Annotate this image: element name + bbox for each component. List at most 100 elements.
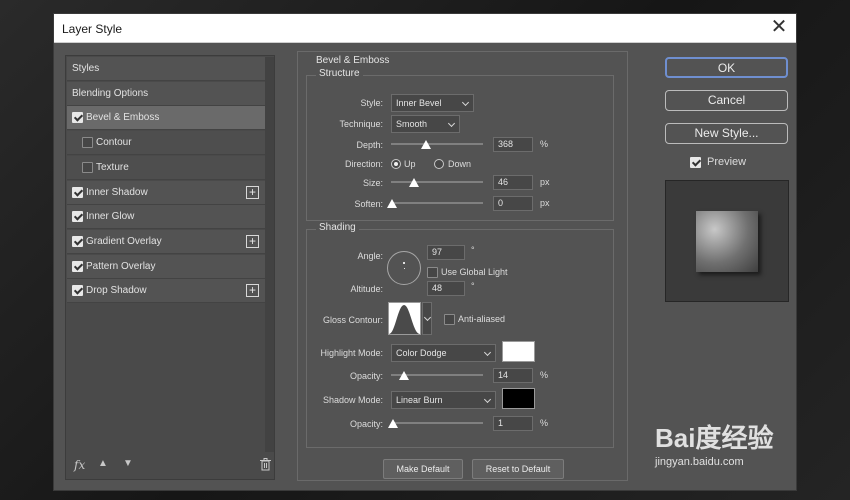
- gloss-contour-dropdown[interactable]: [422, 302, 432, 335]
- style-item-checkbox[interactable]: [82, 137, 93, 149]
- shading-group: Shading Angle: 97 ° Use Global Light Alt…: [306, 222, 614, 448]
- style-item-checkbox[interactable]: [72, 112, 83, 124]
- highlight-mode-dropdown[interactable]: Color Dodge: [391, 344, 496, 362]
- style-item-checkbox[interactable]: [72, 186, 83, 198]
- styles-list-footer: fx ▲ ▼: [66, 453, 274, 479]
- soften-slider[interactable]: [391, 202, 483, 204]
- size-slider-thumb[interactable]: [409, 178, 419, 187]
- soften-input[interactable]: 0: [493, 196, 533, 211]
- structure-title: Structure: [316, 68, 363, 79]
- gloss-contour-swatch[interactable]: [388, 302, 421, 335]
- style-item-checkbox[interactable]: [82, 161, 93, 173]
- direction-down-label: Down: [448, 159, 472, 169]
- size-input[interactable]: 46: [493, 175, 533, 190]
- style-item-drop-shadow[interactable]: Drop Shadow +: [67, 279, 265, 304]
- watermark-brand: Bai度经验: [655, 423, 774, 453]
- highlight-opacity-thumb[interactable]: [399, 371, 409, 380]
- altitude-input[interactable]: 48: [427, 281, 465, 296]
- preview-thumbnail: [696, 211, 758, 272]
- preview-checkbox[interactable]: [690, 157, 701, 168]
- new-style-button[interactable]: New Style...: [665, 123, 788, 144]
- cancel-button[interactable]: Cancel: [665, 90, 788, 111]
- style-preview: [665, 180, 789, 302]
- close-icon[interactable]: ✕: [768, 17, 790, 39]
- style-item-pattern-overlay[interactable]: Pattern Overlay: [67, 254, 265, 279]
- bevel-emboss-panel: Bevel & Emboss Structure Style: Inner Be…: [297, 51, 628, 481]
- size-label: Size:: [362, 178, 383, 188]
- style-label: Style:: [360, 98, 383, 108]
- structure-group: Structure Style: Inner Bevel Technique: …: [306, 68, 614, 221]
- style-item-blending-options[interactable]: Blending Options: [67, 81, 265, 106]
- fx-icon[interactable]: fx: [74, 458, 85, 472]
- preview-label: Preview: [707, 156, 747, 168]
- shadow-opacity-unit: %: [540, 418, 549, 428]
- panel-title: Bevel & Emboss: [316, 55, 390, 66]
- angle-input[interactable]: 97: [427, 245, 465, 260]
- highlight-color-swatch[interactable]: [502, 341, 535, 362]
- shadow-opacity-thumb[interactable]: [388, 419, 398, 428]
- direction-up-radio[interactable]: [391, 159, 401, 169]
- style-item-label: Inner Glow: [86, 211, 135, 223]
- anti-aliased-checkbox[interactable]: [444, 314, 455, 325]
- technique-label: Technique:: [339, 119, 383, 129]
- trash-icon[interactable]: [260, 458, 271, 474]
- style-item-bevel-emboss[interactable]: Bevel & Emboss: [67, 106, 265, 131]
- highlight-opacity-label: Opacity:: [349, 371, 383, 381]
- shadow-opacity-label: Opacity:: [349, 419, 383, 429]
- size-slider[interactable]: [391, 181, 483, 183]
- angle-dial[interactable]: [387, 251, 421, 285]
- add-effect-icon[interactable]: +: [246, 185, 259, 199]
- reset-to-default-button[interactable]: Reset to Default: [472, 459, 564, 479]
- style-item-label: Inner Shadow: [86, 186, 148, 198]
- style-item-texture[interactable]: Texture: [67, 155, 265, 180]
- global-light-checkbox[interactable]: [427, 267, 438, 278]
- style-item-checkbox[interactable]: [72, 211, 83, 223]
- add-effect-icon[interactable]: +: [246, 234, 259, 248]
- style-item-label: Gradient Overlay: [86, 235, 162, 247]
- depth-input[interactable]: 368: [493, 137, 533, 152]
- add-effect-icon[interactable]: +: [246, 284, 259, 298]
- title-bar: Layer Style ✕: [54, 14, 796, 43]
- styles-scrollbar[interactable]: [265, 57, 274, 452]
- altitude-unit: °: [471, 281, 475, 291]
- technique-dropdown[interactable]: Smooth: [391, 115, 460, 133]
- style-dropdown[interactable]: Inner Bevel: [391, 94, 474, 112]
- depth-label: Depth:: [356, 140, 383, 150]
- style-item-gradient-overlay[interactable]: Gradient Overlay +: [67, 229, 265, 254]
- shadow-mode-dropdown[interactable]: Linear Burn: [391, 391, 496, 409]
- dialog-title: Layer Style: [62, 22, 123, 36]
- direction-up-label: Up: [404, 159, 416, 169]
- style-item-label: Drop Shadow: [86, 285, 147, 297]
- style-item-inner-shadow[interactable]: Inner Shadow +: [67, 180, 265, 205]
- style-item-label: Contour: [96, 137, 132, 149]
- style-item-checkbox[interactable]: [72, 260, 83, 272]
- depth-slider[interactable]: [391, 143, 483, 145]
- angle-label: Angle:: [357, 251, 383, 261]
- baidu-watermark: Bai度经验 jingyan.baidu.com: [655, 418, 805, 483]
- soften-unit: px: [540, 198, 550, 208]
- move-down-icon[interactable]: ▼: [123, 458, 133, 469]
- style-item-contour[interactable]: Contour: [67, 131, 265, 156]
- ok-button[interactable]: OK: [665, 57, 788, 78]
- styles-list-panel: Styles Blending Options Bevel & Emboss Cont…: [65, 55, 275, 480]
- shadow-color-swatch[interactable]: [502, 388, 535, 409]
- soften-slider-thumb[interactable]: [387, 199, 397, 208]
- highlight-opacity-unit: %: [540, 370, 549, 380]
- shadow-opacity-slider[interactable]: [391, 422, 483, 424]
- direction-down-radio[interactable]: [434, 159, 444, 169]
- altitude-label: Altitude:: [350, 284, 383, 294]
- style-item-checkbox[interactable]: [72, 235, 83, 247]
- style-item-styles[interactable]: Styles: [67, 57, 265, 81]
- soften-label: Soften:: [354, 199, 383, 209]
- highlight-mode-label: Highlight Mode:: [320, 348, 383, 358]
- make-default-button[interactable]: Make Default: [383, 459, 463, 479]
- depth-slider-thumb[interactable]: [421, 140, 431, 149]
- highlight-opacity-input[interactable]: 14: [493, 368, 533, 383]
- style-item-checkbox[interactable]: [72, 285, 83, 297]
- style-item-inner-glow[interactable]: Inner Glow: [67, 205, 265, 230]
- style-item-label: Styles: [72, 63, 100, 74]
- shadow-opacity-input[interactable]: 1: [493, 416, 533, 431]
- global-light-label: Use Global Light: [441, 267, 508, 277]
- move-up-icon[interactable]: ▲: [98, 458, 108, 469]
- shadow-mode-label: Shadow Mode:: [322, 395, 383, 405]
